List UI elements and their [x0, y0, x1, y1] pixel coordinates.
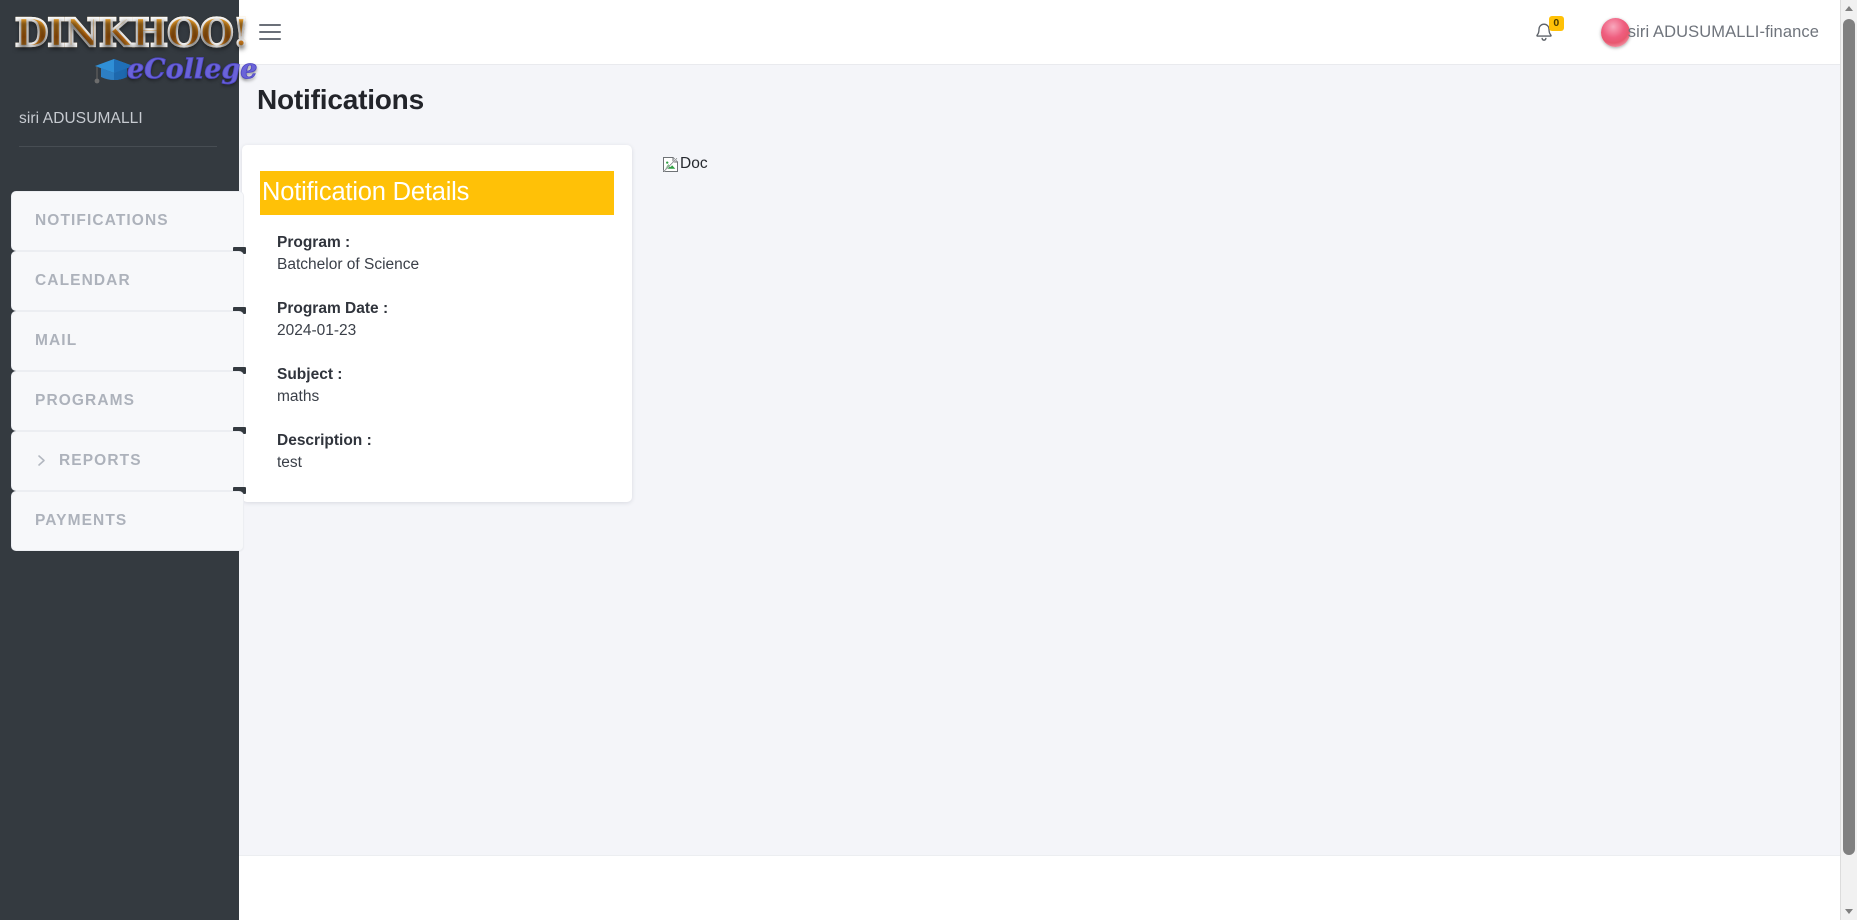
field-value: test [277, 454, 302, 472]
sidebar-item-payments[interactable]: PAYMENTS [11, 491, 244, 551]
hamburger-line [259, 23, 281, 26]
app-logo[interactable]: DINKHOO! eCollege [7, 6, 258, 106]
scrollbar-thumb[interactable] [1843, 19, 1855, 855]
field-value: 2024-01-23 [277, 322, 357, 340]
field-subject: Subject : maths [260, 366, 614, 406]
page-footer [239, 855, 1857, 920]
app-root: DINKHOO! eCollege siri ADUSUMALLI NOTIFI… [0, 0, 1857, 920]
notifications-button[interactable]: 0 [1529, 16, 1564, 47]
field-label: Program : [277, 234, 351, 252]
scroll-down-icon[interactable] [1841, 903, 1857, 920]
sidebar-item-programs[interactable]: PROGRAMS [11, 371, 246, 434]
sidebar-nav: NOTIFICATIONS CALENDAR MAIL PROGRAMS REP… [11, 191, 246, 551]
content-row: Notification Details Program : Batchelor… [239, 145, 1857, 503]
brand-block: DINKHOO! eCollege siri ADUSUMALLI [0, 0, 258, 147]
sidebar-item-calendar[interactable]: CALENDAR [11, 251, 246, 314]
hamburger-line [259, 30, 281, 34]
sidebar-item-label: PROGRAMS [35, 391, 136, 409]
logo-secondary-text: eCollege [127, 54, 258, 86]
header-actions: 0 siri ADUSUMALLI-finance [1529, 16, 1857, 47]
field-program-date: Program Date : 2024-01-23 [260, 300, 614, 340]
field-value: maths [277, 388, 320, 406]
sidebar-item-label: NOTIFICATIONS [35, 211, 169, 229]
sidebar-item-mail[interactable]: MAIL [11, 311, 246, 374]
attachment-alt-text: Doc [680, 155, 708, 172]
sidebar-item-label: PAYMENTS [35, 511, 128, 529]
field-value: Batchelor of Science [277, 256, 420, 274]
hamburger-line [259, 38, 281, 41]
scroll-down-arrow [1845, 909, 1853, 914]
field-label: Description : [277, 432, 372, 450]
field-label: Program Date : [277, 300, 389, 318]
avatar [1600, 17, 1630, 47]
attachment-broken-image[interactable]: Doc [662, 155, 708, 173]
page-content: Notifications Notification Details Progr… [239, 65, 1857, 855]
sidebar: DINKHOO! eCollege siri ADUSUMALLI NOTIFI… [0, 0, 258, 920]
user-menu[interactable]: siri ADUSUMALLI-finance [1600, 17, 1819, 47]
sidebar-item-label: MAIL [35, 331, 78, 349]
notification-details-card: Notification Details Program : Batchelor… [242, 145, 632, 503]
logo-secondary: eCollege [93, 54, 258, 86]
user-name-label: siri ADUSUMALLI-finance [1627, 22, 1819, 41]
vertical-scrollbar[interactable] [1840, 0, 1857, 920]
scroll-up-arrow [1845, 6, 1853, 11]
sidebar-item-label: CALENDAR [35, 271, 131, 289]
sidebar-item-label: REPORTS [59, 451, 142, 469]
scroll-up-icon[interactable] [1841, 0, 1857, 17]
field-label: Subject : [277, 366, 343, 384]
page-title: Notifications [257, 84, 424, 115]
field-description: Description : test [260, 432, 614, 472]
hamburger-menu-icon[interactable] [259, 19, 285, 45]
chevron-right-icon [35, 454, 48, 467]
sidebar-item-reports[interactable]: REPORTS [11, 431, 246, 494]
field-program: Program : Batchelor of Science [260, 234, 614, 274]
attachment-area: Doc [662, 145, 708, 178]
sidebar-divider [19, 146, 217, 147]
broken-image-icon [663, 156, 678, 172]
sidebar-username: siri ADUSUMALLI [19, 110, 143, 127]
logo-primary-text: DINKHOO! [14, 10, 251, 55]
sidebar-item-notifications[interactable]: NOTIFICATIONS [11, 191, 246, 254]
top-header: 0 siri ADUSUMALLI-finance [239, 0, 1857, 65]
notification-count-badge: 0 [1548, 16, 1564, 31]
card-header-title: Notification Details [260, 171, 614, 216]
